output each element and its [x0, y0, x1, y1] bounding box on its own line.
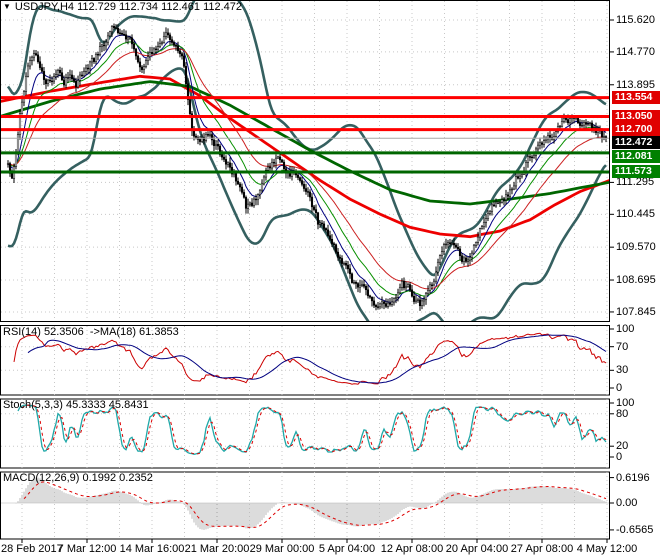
- price-label: 114.770: [616, 45, 655, 58]
- time-label: 5 Apr 04:00: [318, 543, 376, 555]
- rsi-label: RSI(14) 52.3506 ->MA(18) 61.3853: [3, 326, 179, 338]
- price-label: 108.695: [616, 274, 656, 287]
- price-label: 109.570: [616, 241, 656, 254]
- price-badge: 113.554: [612, 91, 660, 105]
- time-label: 29 Mar 00:00: [249, 543, 315, 555]
- rsi-scale-label: 0: [616, 382, 623, 394]
- time-label: 20 Apr 04:00: [445, 543, 509, 555]
- trading-chart-window: ▼ USDJPY,H4 112.729 112.734 112.461 112.4…: [0, 0, 660, 560]
- chevron-down-icon[interactable]: ▼: [3, 2, 11, 11]
- stoch-scale-label: 80: [616, 407, 629, 420]
- time-label: 27 Apr 08:00: [510, 543, 574, 555]
- chart-title: ▼ USDJPY,H4 112.729 112.734 112.461 112.4…: [3, 1, 242, 13]
- price-badge: 112.700: [612, 123, 660, 137]
- time-label: 7 Mar 12:00: [57, 543, 117, 555]
- stoch-label: Stoch(5,3,3) 45.3333 45.8431: [3, 399, 149, 411]
- time-label: 21 Mar 20:00: [184, 543, 250, 555]
- rsi-scale-label: 70: [616, 340, 629, 353]
- rsi-scale-label: 30: [616, 364, 629, 377]
- time-label: 4 May 12:00: [576, 543, 638, 555]
- macd-scale-label: 0.6196: [616, 471, 650, 484]
- time-label: 14 Mar 16:00: [119, 543, 185, 555]
- price-badge: 111.573: [612, 165, 660, 179]
- price-label: 113.895: [616, 78, 655, 91]
- chart-title-text: USDJPY,H4 112.729 112.734 112.461 112.47…: [14, 1, 243, 13]
- price-badge: 113.050: [612, 110, 660, 123]
- stoch-scale-label: 0: [616, 451, 623, 463]
- macd-scale-label: -0.6565: [616, 523, 654, 536]
- price-label: 115.620: [616, 14, 655, 26]
- time-label: 28 Feb 2017: [1, 543, 63, 555]
- macd-label: MACD(12,26,9) 0.1992 0.2352: [3, 472, 153, 484]
- price-label: 107.845: [616, 305, 656, 318]
- rsi-scale-label: 100: [616, 323, 635, 335]
- time-label: 12 Apr 08:00: [380, 543, 444, 555]
- macd-scale-label: 0.00: [616, 497, 638, 509]
- price-badge: 112.472: [612, 136, 660, 150]
- price-badge: 112.081: [612, 149, 660, 163]
- price-label: 110.445: [616, 208, 655, 221]
